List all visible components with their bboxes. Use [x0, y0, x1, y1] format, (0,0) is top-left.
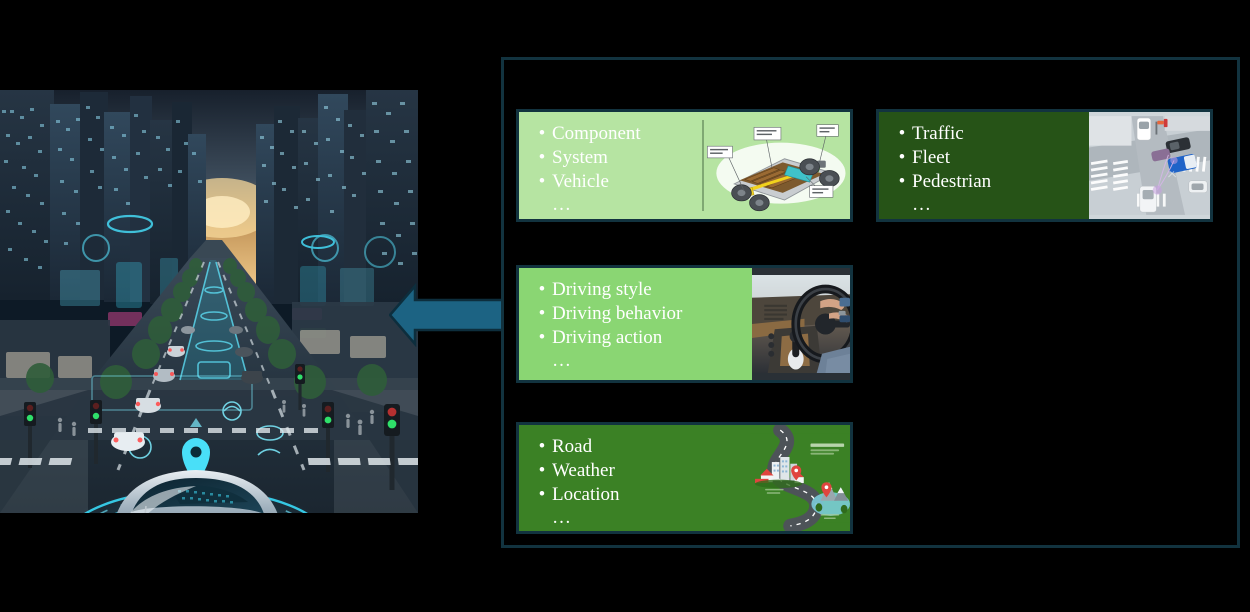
list-item-label: Location: [552, 484, 620, 505]
smart-city-scene-image: [0, 90, 418, 513]
bullet-icon: •: [538, 171, 546, 192]
list-item: • Vehicle: [532, 170, 702, 194]
list-item: • System: [532, 146, 702, 170]
list-item-label: Vehicle: [552, 171, 609, 192]
bullet-icon: •: [898, 147, 906, 168]
bullet-icon: •: [898, 171, 906, 192]
list-item-label: Pedestrian: [912, 171, 992, 192]
road-infographic-image: [750, 425, 850, 531]
component-system-vehicle-card[interactable]: • Component • System • Vehicle …: [516, 109, 853, 222]
bullet-icon: •: [538, 327, 546, 348]
card4-text-block: • Road • Weather • Location …: [519, 425, 750, 531]
card2-text-block: • Traffic • Fleet • Pedestrian …: [879, 112, 1089, 219]
card2-bullet-list: • Traffic • Fleet • Pedestrian: [892, 122, 1089, 194]
road-weather-location-card[interactable]: • Road • Weather • Location …: [516, 422, 853, 534]
card4-ellipsis: …: [552, 507, 574, 528]
driving-style-behavior-action-card[interactable]: • Driving style • Driving behavior • Drivin…: [516, 265, 853, 383]
bullet-icon: •: [538, 484, 546, 505]
card1-ellipsis: …: [552, 194, 574, 215]
figure-canvas: • Component • System • Vehicle … • Traff…: [0, 0, 1250, 612]
card1-divider: [702, 120, 704, 211]
card3-ellipsis: …: [552, 350, 574, 371]
list-item: • Pedestrian: [892, 170, 1089, 194]
card4-bullet-list: • Road • Weather • Location: [532, 435, 750, 507]
left-pointing-arrow: [389, 283, 514, 347]
card1-text-block: • Component • System • Vehicle …: [519, 112, 702, 219]
list-item-label: Driving style: [552, 279, 652, 300]
list-item: • Weather: [532, 459, 750, 483]
bullet-icon: •: [538, 303, 546, 324]
traffic-fleet-pedestrian-card[interactable]: • Traffic • Fleet • Pedestrian …: [876, 109, 1213, 222]
card1-bullet-list: • Component • System • Vehicle: [532, 122, 702, 194]
bullet-icon: •: [538, 460, 546, 481]
card3-bullet-list: • Driving style • Driving behavior • Drivin…: [532, 278, 752, 350]
list-item-label: Traffic: [912, 123, 964, 144]
list-item: • Road: [532, 435, 750, 459]
bullet-icon: •: [538, 279, 546, 300]
bullet-icon: •: [538, 123, 546, 144]
card3-text-block: • Driving style • Driving behavior • Drivin…: [519, 268, 752, 380]
driver-hands-on-steering-wheel-image: [752, 268, 850, 380]
list-item: • Location: [532, 483, 750, 507]
list-item-label: Road: [552, 436, 593, 457]
list-item: • Driving behavior: [532, 302, 752, 326]
bullet-icon: •: [898, 123, 906, 144]
list-item-label: Driving behavior: [552, 303, 683, 324]
bullet-icon: •: [538, 436, 546, 457]
list-item-label: Component: [552, 123, 641, 144]
list-item: • Traffic: [892, 122, 1089, 146]
list-item: • Component: [532, 122, 702, 146]
card2-ellipsis: …: [912, 194, 934, 215]
list-item-label: Fleet: [912, 147, 950, 168]
list-item-label: Driving action: [552, 327, 663, 348]
fuel-cell-vehicle-chassis-diagram: [702, 112, 850, 219]
list-item: • Fleet: [892, 146, 1089, 170]
data-sources-container: • Component • System • Vehicle … • Traff…: [501, 57, 1240, 548]
v2x-intersection-aerial-image: [1089, 112, 1210, 219]
list-item-label: System: [552, 147, 608, 168]
list-item-label: Weather: [552, 460, 615, 481]
bullet-icon: •: [538, 147, 546, 168]
list-item: • Driving style: [532, 278, 752, 302]
list-item: • Driving action: [532, 326, 752, 350]
